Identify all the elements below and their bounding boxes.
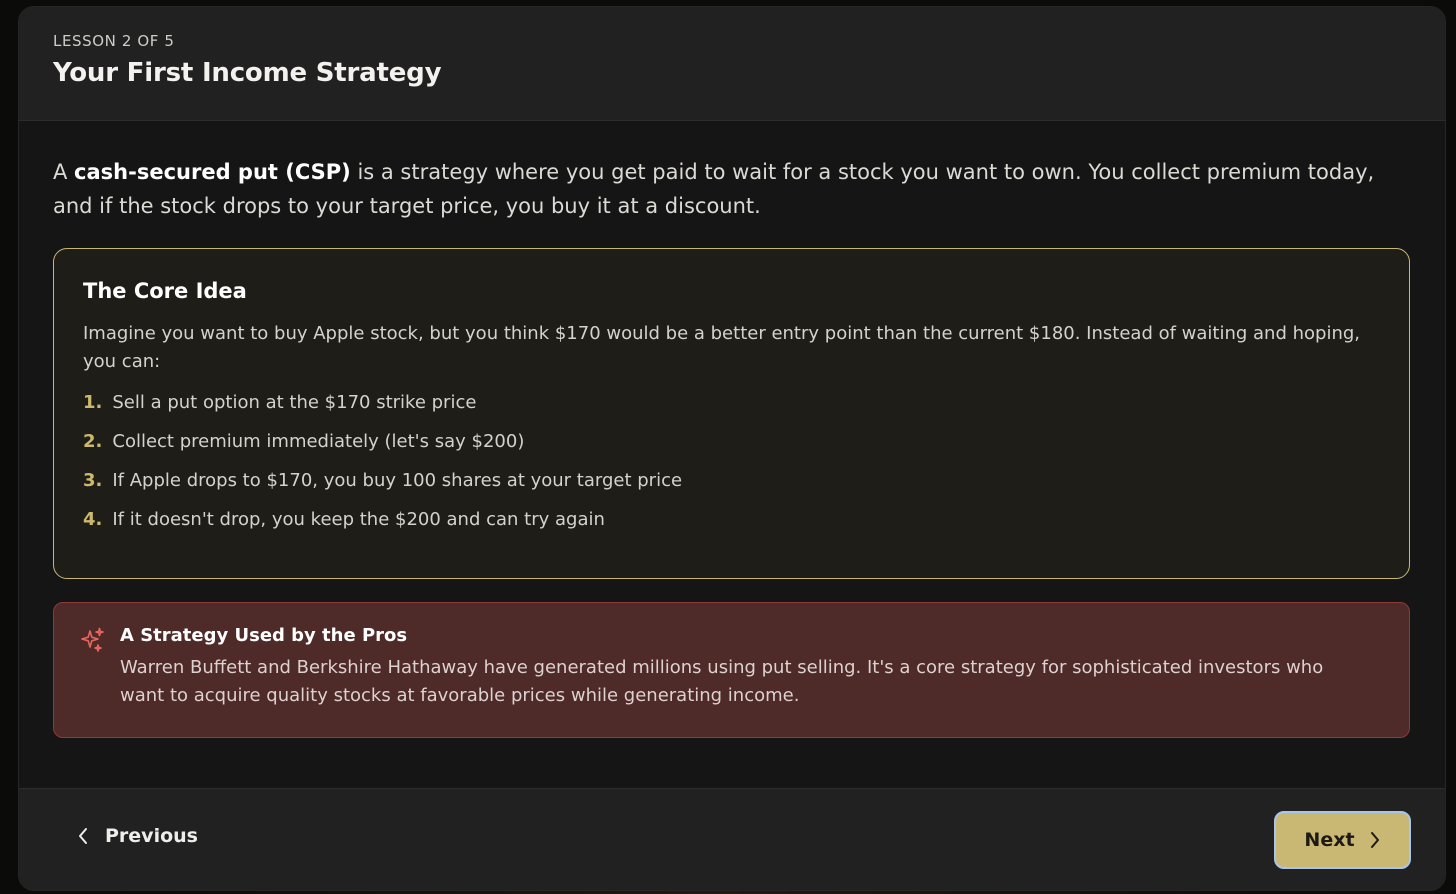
step-number: 3. <box>83 470 103 491</box>
intro-term: cash-secured put (CSP) <box>74 160 351 184</box>
chevron-left-icon <box>77 827 89 845</box>
core-idea-title: The Core Idea <box>83 279 247 303</box>
step-item: 4. If it doesn't drop, you keep the $200 … <box>83 509 1380 531</box>
intro-paragraph: A cash-secured put (CSP) is a strategy w… <box>53 155 1383 223</box>
core-idea-body: Imagine you want to buy Apple stock, but… <box>83 323 1361 372</box>
pro-tip-title: A Strategy Used by the Pros <box>120 625 408 646</box>
pro-tip-card: A Strategy Used by the Pros Warren Buffe… <box>53 602 1410 738</box>
step-text: If Apple drops to $170, you buy 100 shar… <box>112 470 683 491</box>
step-number: 1. <box>83 392 103 413</box>
step-text: Collect premium immediately (let's say $… <box>112 431 525 452</box>
step-item: 3. If Apple drops to $170, you buy 100 sh… <box>83 470 1380 492</box>
lesson-progress-label: LESSON 2 OF 5 <box>53 32 175 50</box>
step-text: Sell a put option at the $170 strike pri… <box>112 392 477 413</box>
core-idea-steps: 1. Sell a put option at the $170 strike p… <box>83 392 1380 531</box>
pro-tip-text: A Strategy Used by the Pros Warren Buffe… <box>120 625 1360 737</box>
step-number: 2. <box>83 431 103 452</box>
lesson-header: LESSON 2 OF 5 Your First Income Strategy <box>19 7 1445 121</box>
previous-button[interactable]: Previous <box>77 825 198 847</box>
sparkles-icon <box>78 626 106 654</box>
next-button-label: Next <box>1304 829 1355 851</box>
chevron-right-icon <box>1369 831 1381 849</box>
pro-tip-body: Warren Buffett and Berkshire Hathaway ha… <box>120 657 1324 706</box>
core-idea-card: The Core Idea Imagine you want to buy Ap… <box>53 248 1410 579</box>
lesson-content: A cash-secured put (CSP) is a strategy w… <box>19 121 1445 738</box>
next-button[interactable]: Next <box>1274 811 1411 869</box>
step-number: 4. <box>83 509 103 530</box>
lesson-modal: LESSON 2 OF 5 Your First Income Strategy… <box>18 6 1446 891</box>
step-item: 2. Collect premium immediately (let's say… <box>83 431 1380 453</box>
intro-prefix: A <box>53 160 75 184</box>
lesson-title: Your First Income Strategy <box>53 58 442 88</box>
step-text: If it doesn't drop, you keep the $200 an… <box>112 509 605 530</box>
previous-button-label: Previous <box>105 825 198 847</box>
lesson-footer: Previous Next <box>19 788 1445 890</box>
step-item: 1. Sell a put option at the $170 strike p… <box>83 392 1380 414</box>
